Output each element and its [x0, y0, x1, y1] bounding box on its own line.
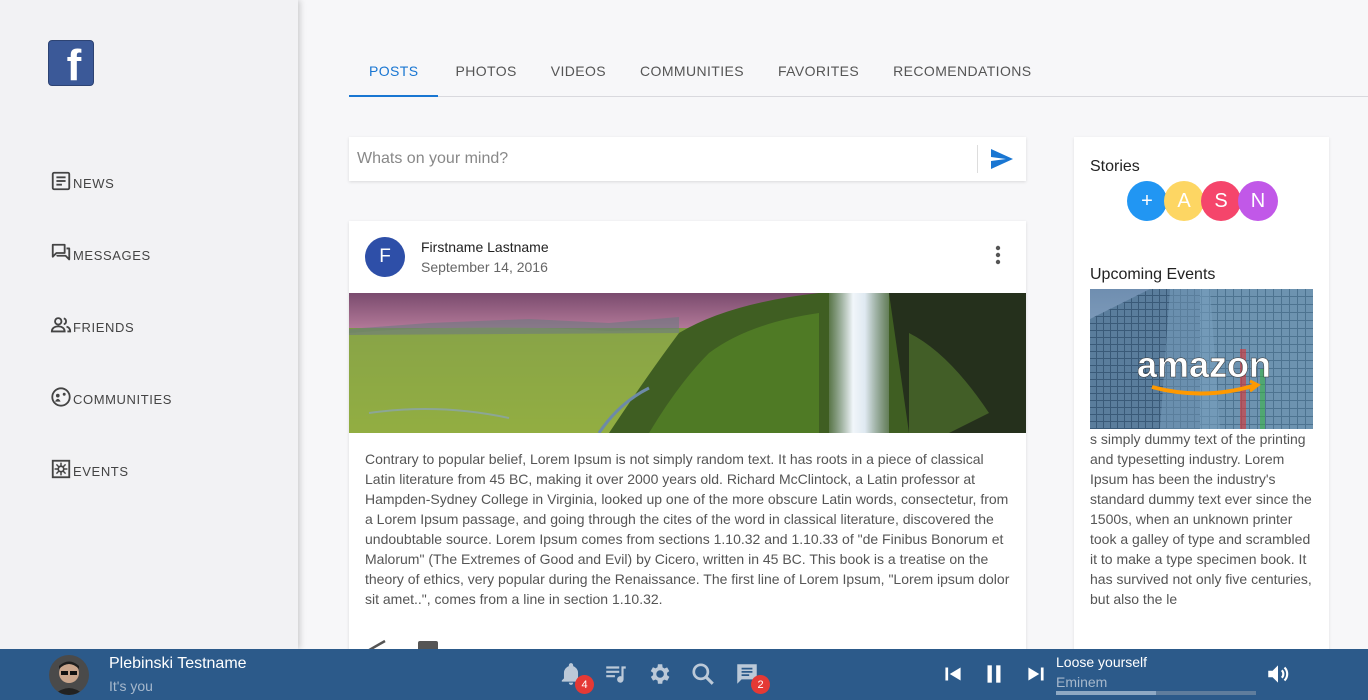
send-button[interactable]: [978, 137, 1026, 181]
content-tabs: POSTS PHOTOS VIDEOS COMMUNITIES FAVORITE…: [349, 50, 1368, 97]
tab-communities[interactable]: COMMUNITIES: [623, 50, 761, 96]
sidebar-item-communities[interactable]: COMMUNITIES: [50, 386, 172, 408]
send-icon: [991, 149, 1013, 169]
right-panel: Stories + A S N Upcoming Events amazon s…: [1074, 137, 1329, 667]
post-input[interactable]: [349, 137, 977, 181]
friends-icon: [50, 317, 72, 333]
post-date: September 14, 2016: [421, 259, 548, 275]
logo-letter: f: [66, 41, 82, 86]
tab-recomendations[interactable]: RECOMENDATIONS: [876, 50, 1048, 96]
song-title: Loose yourself: [1056, 654, 1148, 670]
sidebar-item-label: NEWS: [73, 175, 115, 191]
pause-icon[interactable]: [981, 661, 1007, 687]
sidebar-item-label: COMMUNITIES: [73, 391, 173, 407]
post-composer: [349, 137, 1026, 181]
user-status: It's you: [109, 678, 153, 694]
more-options-icon[interactable]: [990, 243, 1006, 267]
song-progress-bar[interactable]: [1056, 691, 1256, 695]
amazon-logo: amazon: [1137, 344, 1271, 385]
tab-favorites[interactable]: FAVORITES: [761, 50, 876, 96]
sidebar-item-label: EVENTS: [73, 463, 129, 479]
messages-icon: [51, 243, 71, 261]
events-icon: [51, 459, 71, 479]
search-icon[interactable]: [690, 661, 716, 687]
tab-photos[interactable]: PHOTOS: [438, 50, 533, 96]
playlist-icon[interactable]: [603, 661, 629, 687]
post-body: Contrary to popular belief, Lorem Ipsum …: [365, 451, 1010, 607]
news-icon: [51, 171, 71, 191]
sidebar-item-events[interactable]: EVENTS: [50, 458, 129, 480]
post-author[interactable]: Firstname Lastname: [421, 239, 549, 255]
sidebar-item-news[interactable]: NEWS: [50, 170, 114, 192]
event-image[interactable]: amazon: [1090, 289, 1313, 429]
facebook-logo[interactable]: f: [48, 40, 94, 86]
post-image[interactable]: [349, 293, 1026, 433]
tab-videos[interactable]: VIDEOS: [534, 50, 623, 96]
volume-icon[interactable]: [1265, 661, 1291, 687]
messages-badge: 2: [751, 675, 770, 694]
story-a[interactable]: A: [1164, 181, 1204, 221]
events-title: Upcoming Events: [1090, 266, 1216, 283]
stories-list: + A S N: [1127, 181, 1278, 221]
sidebar-item-messages[interactable]: MESSAGES: [50, 242, 151, 264]
user-name[interactable]: Plebinski Testname: [109, 655, 247, 673]
settings-icon[interactable]: [646, 661, 672, 687]
notifications-badge: 4: [575, 675, 594, 694]
song-progress-fill: [1056, 691, 1156, 695]
sidebar-item-friends[interactable]: FRIENDS: [50, 314, 134, 336]
sidebar-item-label: FRIENDS: [73, 319, 135, 335]
story-add[interactable]: +: [1127, 181, 1167, 221]
tab-posts[interactable]: POSTS: [349, 50, 439, 97]
previous-track-icon[interactable]: [940, 661, 966, 687]
stories-title: Stories: [1090, 158, 1140, 175]
event-building-image: amazon: [1090, 289, 1313, 429]
user-avatar[interactable]: [49, 655, 89, 695]
communities-icon: [51, 387, 71, 407]
story-n[interactable]: N: [1238, 181, 1278, 221]
sidebar-item-label: MESSAGES: [73, 247, 151, 263]
post-card: F Firstname Lastname September 14, 2016: [349, 221, 1026, 661]
song-artist: Eminem: [1056, 674, 1108, 690]
sidebar: f NEWS MESSAGES FRIENDS COMMUNITIES EVEN…: [0, 0, 298, 649]
bottom-bar: Plebinski Testname It's you 4 2 Loose yo…: [0, 649, 1368, 700]
story-s[interactable]: S: [1201, 181, 1241, 221]
next-track-icon[interactable]: [1023, 661, 1049, 687]
author-avatar[interactable]: F: [365, 237, 405, 277]
event-description: s simply dummy text of the printing and …: [1090, 431, 1312, 607]
user-photo: [49, 655, 89, 695]
